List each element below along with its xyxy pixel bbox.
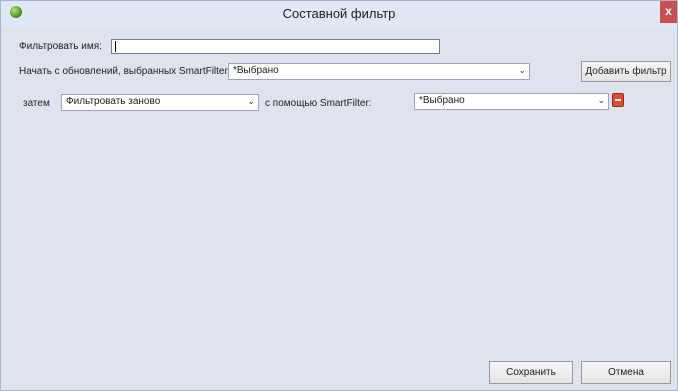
chevron-down-icon: ⌄ xyxy=(247,96,255,106)
start-smartfilter-value: *Выбрано xyxy=(233,65,279,76)
start-smartfilter-label: Начать с обновлений, выбранных SmartFilt… xyxy=(19,66,231,77)
action-dropdown[interactable]: Фильтровать заново ⌄ xyxy=(61,94,259,111)
rule-smartfilter-dropdown[interactable]: *Выбрано ⌄ xyxy=(414,93,609,110)
cancel-button[interactable]: Отмена xyxy=(581,361,671,384)
remove-rule-button[interactable] xyxy=(612,93,624,107)
title-bar[interactable]: Составной фильтр x xyxy=(1,1,677,27)
close-button[interactable]: x xyxy=(660,1,677,23)
remove-icon xyxy=(615,99,621,101)
window-title: Составной фильтр xyxy=(282,6,396,21)
using-smartfilter-label: с помощью SmartFilter: xyxy=(265,98,372,109)
filter-name-label: Фильтровать имя: xyxy=(19,41,102,52)
compound-filter-dialog: Составной фильтр x Фильтровать имя: Нача… xyxy=(0,0,678,391)
text-caret xyxy=(115,41,116,52)
save-button[interactable]: Сохранить xyxy=(489,361,573,384)
rule-smartfilter-value: *Выбрано xyxy=(419,95,465,106)
start-smartfilter-dropdown[interactable]: *Выбрано ⌄ xyxy=(228,63,530,80)
chevron-down-icon: ⌄ xyxy=(597,95,605,105)
filter-name-input[interactable] xyxy=(111,39,440,54)
action-value: Фильтровать заново xyxy=(66,96,161,107)
add-filter-button[interactable]: Добавить фильтр xyxy=(581,61,671,82)
then-label: затем xyxy=(23,98,50,109)
chevron-down-icon: ⌄ xyxy=(518,65,526,75)
